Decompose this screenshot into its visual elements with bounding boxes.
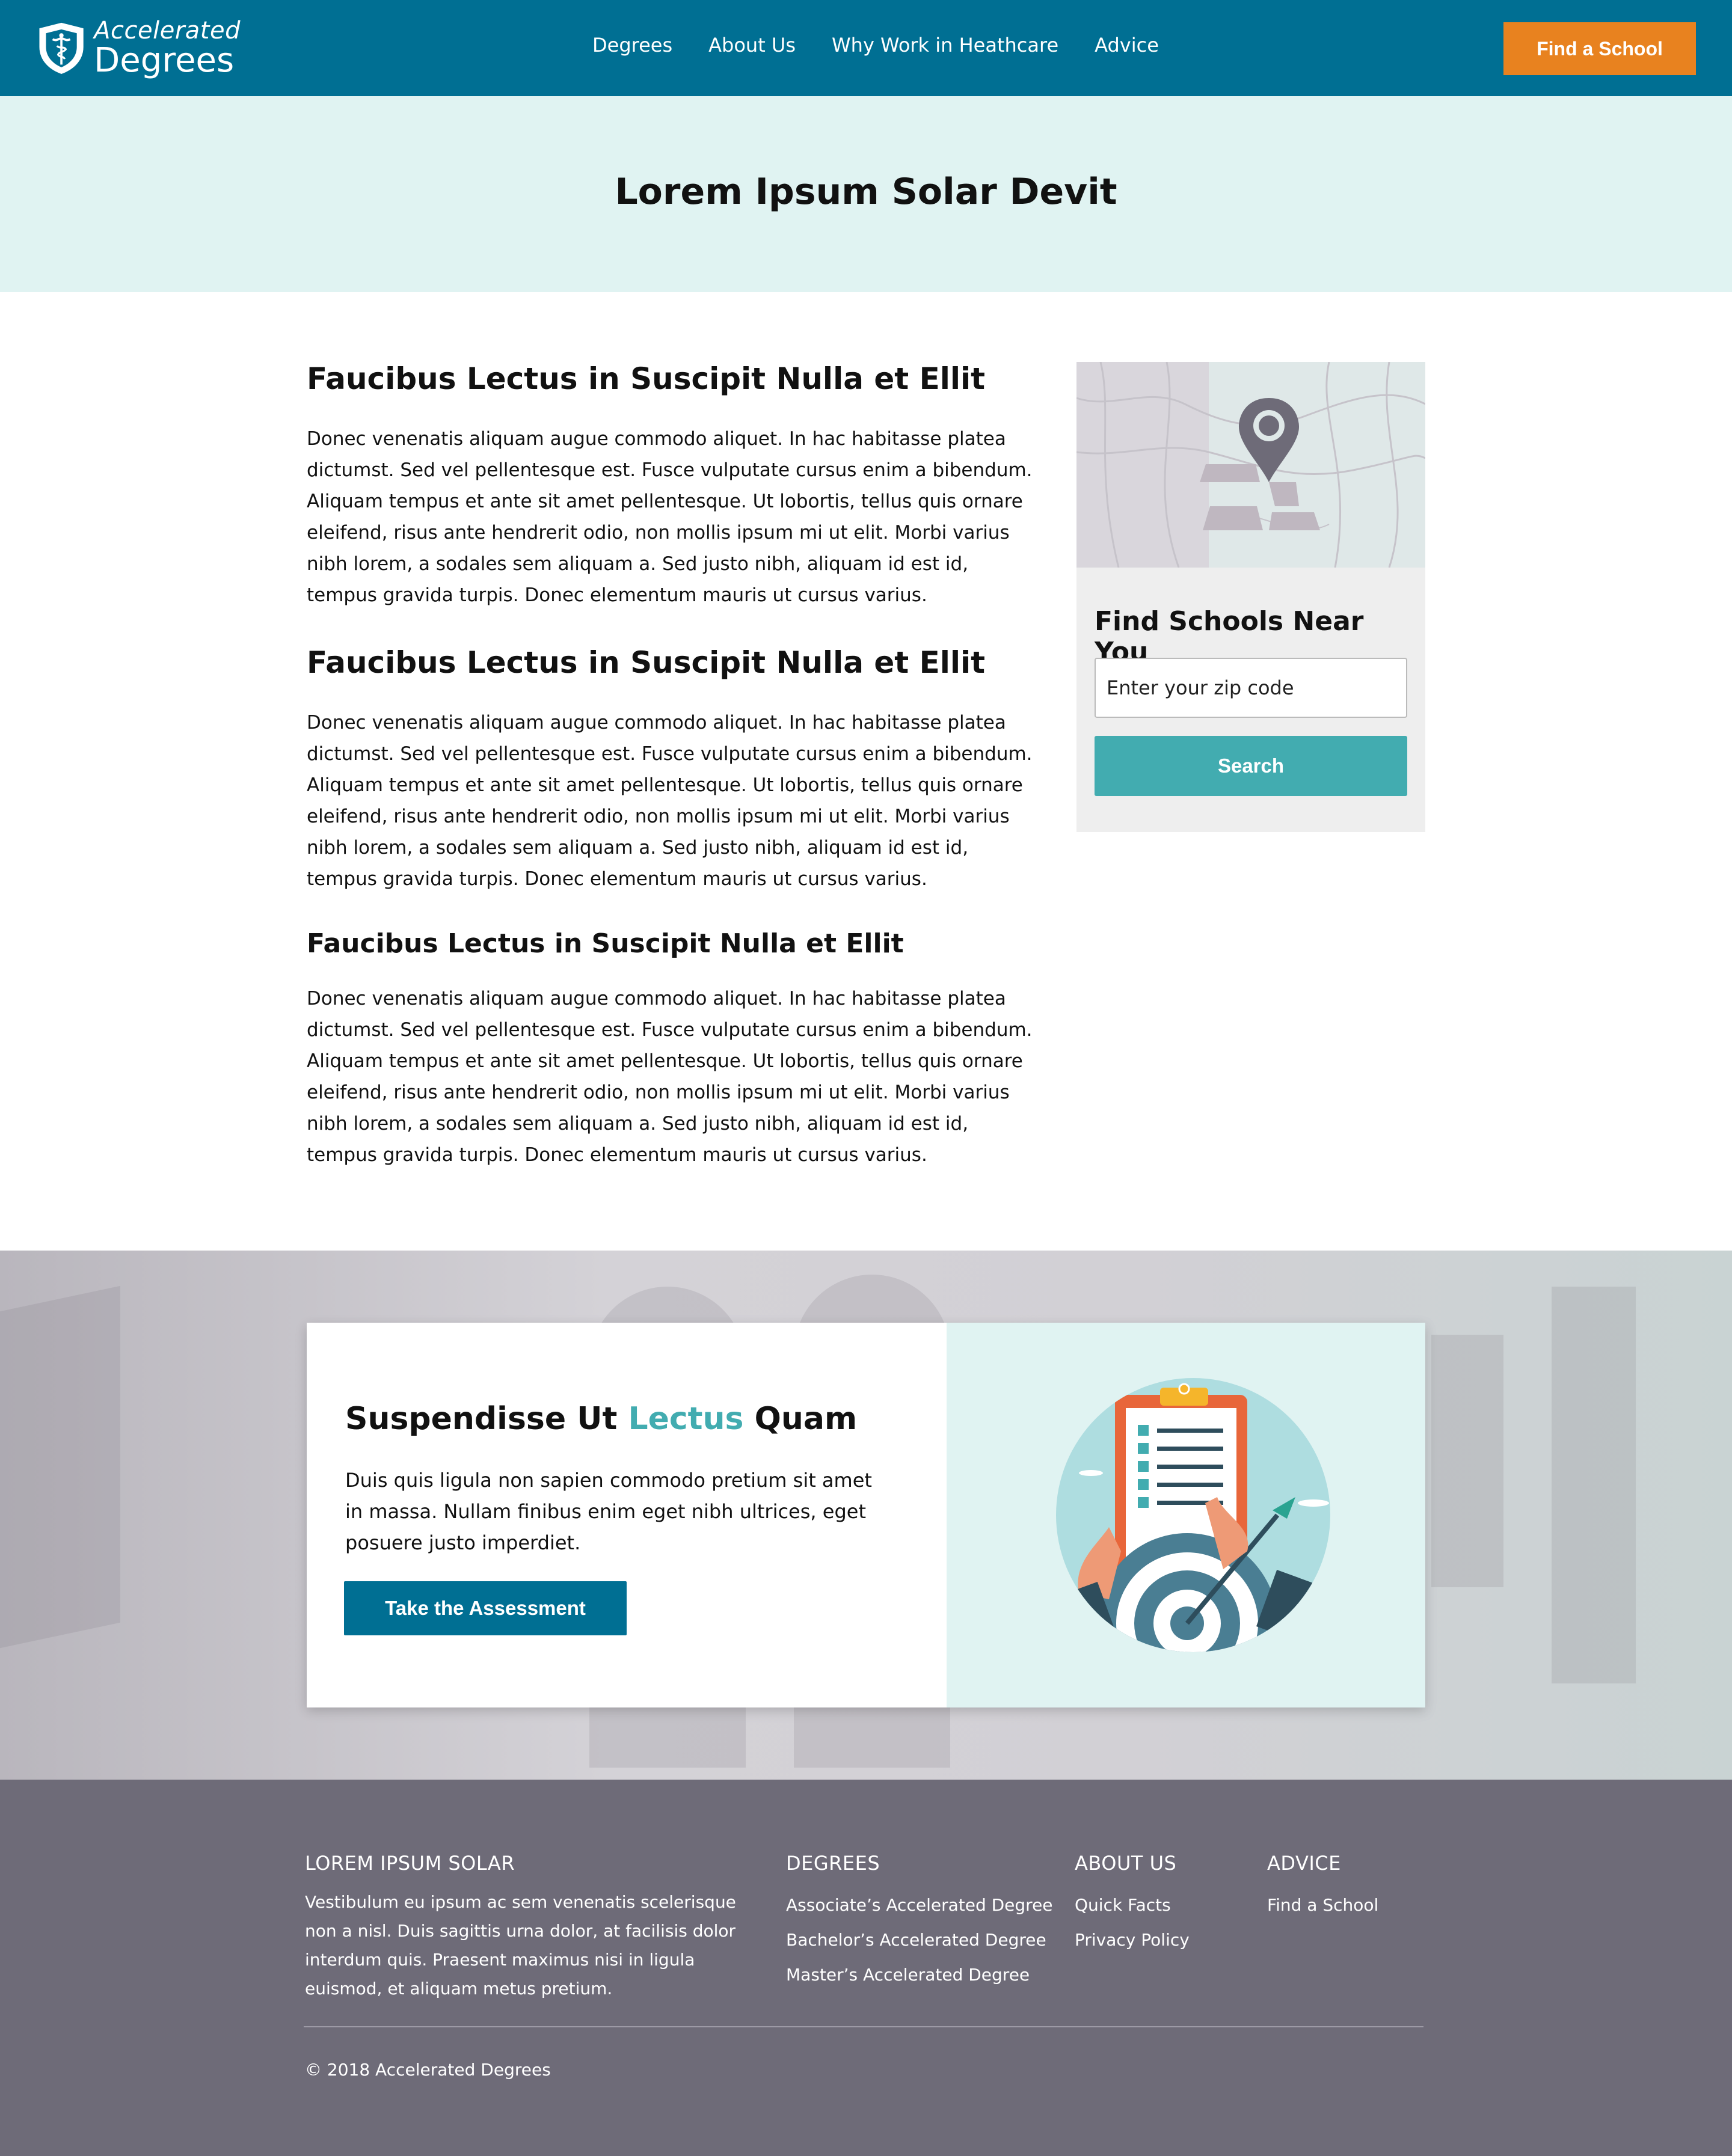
school-finder-widget: Find Schools Near You Search (1076, 362, 1425, 832)
footer-about-us-column: ABOUT US Quick Facts Privacy Policy (1075, 1852, 1190, 1958)
assessment-illustration-panel (947, 1323, 1425, 1707)
assessment-title-start: Suspendisse Ut (345, 1401, 618, 1437)
footer-advice-column: ADVICE Find a School (1267, 1852, 1378, 1923)
footer-link-privacy-policy[interactable]: Privacy Policy (1075, 1923, 1190, 1958)
assessment-band: Suspendisse Ut Lectus Quam Duis quis lig… (0, 1251, 1732, 1780)
assessment-description: Duis quis ligula non sapien commodo pret… (345, 1469, 872, 1554)
footer-about-text: Vestibulum eu ipsum ac sem venenatis sce… (305, 1892, 736, 1998)
assessment-card: Suspendisse Ut Lectus Quam Duis quis lig… (307, 1323, 1425, 1707)
section-subheading: Faucibus Lectus in Suscipit Nulla et Ell… (307, 928, 904, 959)
assessment-title-end: Quam (754, 1401, 858, 1437)
assessment-title-accent: Lectus (628, 1401, 744, 1437)
page-title: Lorem Ipsum Solar Devit (615, 171, 1117, 213)
copyright: © 2018 Accelerated Degrees (305, 2060, 551, 2080)
nav-link-degrees[interactable]: Degrees (592, 34, 672, 57)
take-assessment-button[interactable]: Take the Assessment (344, 1581, 627, 1635)
site-footer: LOREM IPSUM SOLAR Vestibulum eu ipsum ac… (0, 1780, 1732, 2156)
background-photo-shape (1431, 1335, 1503, 1587)
background-photo-shape (0, 1285, 120, 1649)
nav-link-advice[interactable]: Advice (1095, 34, 1159, 57)
clipboard-target-icon (1056, 1378, 1330, 1652)
zip-code-input[interactable] (1095, 658, 1407, 718)
shield-caduceus-icon (39, 22, 84, 75)
find-a-school-button[interactable]: Find a School (1503, 22, 1696, 75)
section-paragraph: Donec venenatis aliquam augue commodo al… (307, 987, 1033, 1166)
footer-heading: DEGREES (786, 1852, 880, 1875)
logo[interactable]: Accelerated Degrees (36, 17, 241, 79)
main-nav: Degrees About Us Why Work in Heathcare A… (592, 34, 1159, 57)
section-heading: Faucibus Lectus in Suscipit Nulla et Ell… (307, 361, 986, 396)
section-paragraph: Donec venenatis aliquam augue commodo al… (307, 428, 1033, 606)
logo-line-2: Degrees (94, 41, 235, 80)
footer-degrees-column: DEGREES Associate’s Accelerated Degree B… (786, 1852, 1053, 1992)
logo-wordmark: Accelerated Degrees (94, 19, 241, 78)
footer-heading: ADVICE (1267, 1852, 1341, 1875)
footer-link-find-a-school[interactable]: Find a School (1267, 1888, 1378, 1923)
section-paragraph: Donec venenatis aliquam augue commodo al… (307, 712, 1033, 890)
footer-heading: ABOUT US (1075, 1852, 1177, 1875)
footer-link-associates[interactable]: Associate’s Accelerated Degree (786, 1888, 1053, 1923)
footer-divider (304, 2026, 1423, 2027)
nav-link-about-us[interactable]: About Us (708, 34, 796, 57)
site-header: Accelerated Degrees Degrees About Us Why… (0, 0, 1732, 96)
map-illustration (1076, 362, 1425, 568)
search-button[interactable]: Search (1095, 736, 1407, 796)
footer-link-masters[interactable]: Master’s Accelerated Degree (786, 1958, 1053, 1992)
assessment-card-text: Suspendisse Ut Lectus Quam Duis quis lig… (307, 1323, 947, 1707)
footer-about-column: LOREM IPSUM SOLAR Vestibulum eu ipsum ac… (305, 1852, 750, 2003)
background-photo-shape (1552, 1287, 1636, 1683)
section-heading: Faucibus Lectus in Suscipit Nulla et Ell… (307, 645, 986, 680)
hero-banner: Lorem Ipsum Solar Devit (0, 96, 1732, 292)
nav-link-why-work-in-healthcare[interactable]: Why Work in Heathcare (832, 34, 1058, 57)
footer-heading: LOREM IPSUM SOLAR (305, 1852, 515, 1875)
assessment-title: Suspendisse Ut Lectus Quam (345, 1401, 857, 1437)
footer-link-quick-facts[interactable]: Quick Facts (1075, 1888, 1190, 1923)
footer-link-bachelors[interactable]: Bachelor’s Accelerated Degree (786, 1923, 1053, 1958)
article-content: Faucibus Lectus in Suscipit Nulla et Ell… (307, 361, 1040, 1204)
logo-line-1: Accelerated (94, 17, 241, 44)
